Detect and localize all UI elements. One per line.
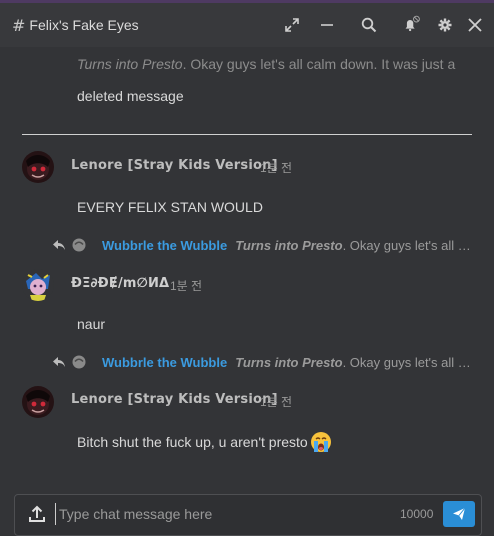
chat-message-input[interactable] (55, 503, 381, 525)
reply-preview[interactable]: Wubbrle the Wubble Turns into Presto . O… (52, 235, 472, 255)
message-timestamp: 1분 전 (260, 395, 293, 409)
send-button[interactable] (443, 501, 475, 527)
reply-arrow-icon[interactable] (52, 354, 66, 370)
message-author[interactable]: Lenore [Stray Kids Version] (71, 392, 278, 407)
message-text: Turns into Presto. Okay guys let's all c… (77, 56, 455, 72)
chat-header: # Felix's Fake Eyes (0, 3, 494, 47)
reply-quote: Turns into Presto (235, 354, 343, 370)
reply-excerpt: . Okay guys let's all calm down. It was … (342, 354, 472, 370)
gear-icon[interactable] (435, 15, 455, 35)
avatar[interactable] (22, 269, 54, 301)
message-author[interactable]: ÐΞ∂ÐɆ/m∅ИΔ (71, 276, 169, 291)
close-icon[interactable] (465, 15, 485, 35)
reply-preview[interactable]: Wubbrle the Wubble Turns into Presto . O… (52, 352, 472, 372)
message-quote-label: Turns into Presto (77, 56, 183, 72)
message-text-line1: . Okay guys let's all calm down. It was … (182, 56, 456, 72)
bell-muted-icon[interactable] (401, 15, 421, 35)
reply-author[interactable]: Wubbrle the Wubble (102, 355, 227, 370)
message-author[interactable]: Lenore [Stray Kids Version] (71, 158, 278, 173)
channel-title: # Felix's Fake Eyes (12, 16, 139, 35)
expand-icon[interactable] (282, 15, 302, 35)
crying-face-emoji (310, 431, 332, 453)
message-text-line2: deleted message (77, 88, 184, 104)
emoji-react-icon[interactable] (72, 354, 86, 370)
reply-quote: Turns into Presto (235, 237, 343, 253)
channel-name: Felix's Fake Eyes (29, 17, 139, 33)
reply-author[interactable]: Wubbrle the Wubble (102, 238, 227, 253)
search-icon[interactable] (359, 15, 379, 35)
message-text: naur (77, 316, 106, 332)
upload-icon[interactable] (29, 505, 45, 523)
message-divider (22, 134, 472, 135)
message-composer: 10000 (14, 494, 482, 536)
character-counter: 10000 (400, 507, 434, 521)
message-text-row: Bitch shut the fuck up, u aren't presto (77, 431, 332, 453)
message-timestamp: 1분 전 (170, 279, 203, 293)
reply-excerpt: . Okay guys let's all calm down. It was … (342, 237, 472, 253)
minimize-icon[interactable] (317, 15, 337, 35)
message-text: EVERY FELIX STAN WOULD (77, 199, 263, 215)
avatar[interactable] (22, 151, 54, 183)
message-timestamp: 1분 전 (260, 161, 293, 175)
message-text: Bitch shut the fuck up, u aren't presto (77, 434, 308, 450)
emoji-react-icon[interactable] (72, 237, 86, 253)
avatar[interactable] (22, 386, 54, 418)
reply-arrow-icon[interactable] (52, 237, 66, 253)
hash-icon: # (12, 15, 26, 35)
send-icon (453, 507, 466, 520)
